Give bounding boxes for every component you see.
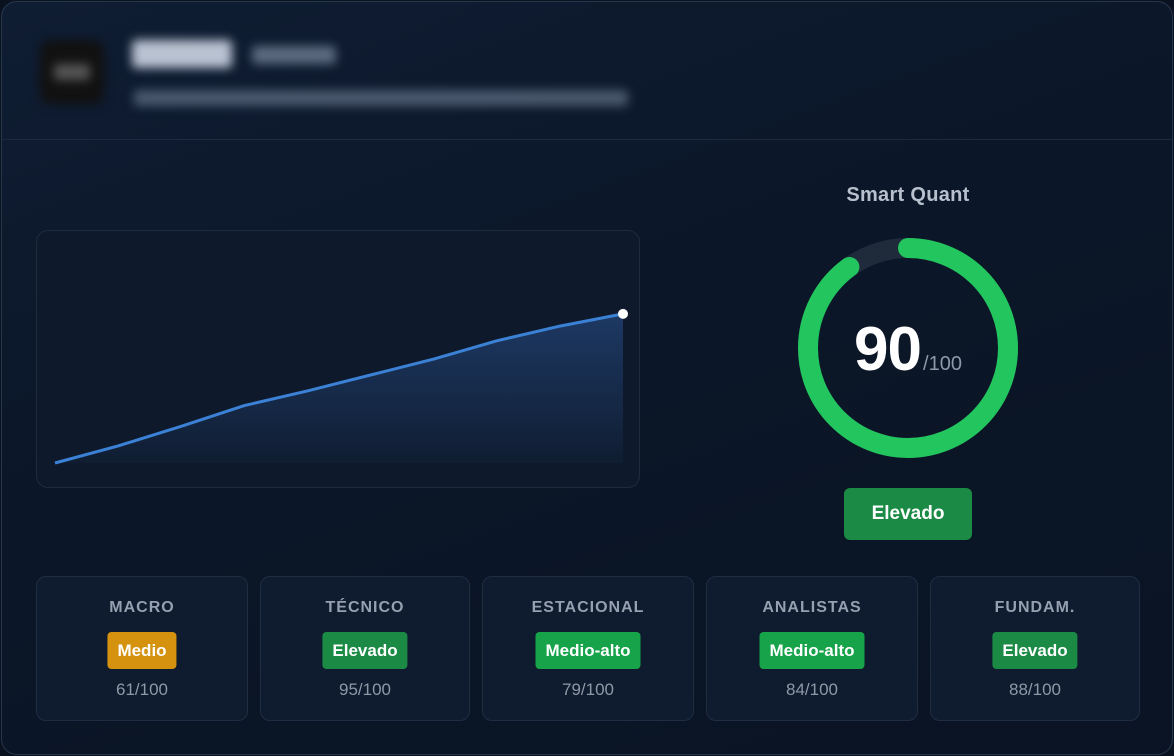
metric-badge: Medio-alto	[759, 632, 865, 669]
metric-label: MACRO	[109, 599, 175, 616]
metric-score: 79/100	[562, 680, 614, 699]
metric-score: 84/100	[786, 680, 838, 699]
metric-badge: Medio-alto	[535, 632, 641, 669]
metric-card-estacional: ESTACIONAL Medio-alto 79/100	[482, 576, 694, 721]
metric-label: ANALISTAS	[762, 599, 862, 616]
company-details-redacted	[134, 90, 628, 106]
metric-score: 88/100	[1009, 680, 1061, 699]
metric-label: TÉCNICO	[325, 599, 405, 616]
metric-card-fundamental: FUNDAM. Elevado 88/100	[930, 576, 1140, 721]
metric-badge: Elevado	[322, 632, 408, 669]
gauge-score-value: 90	[854, 315, 922, 384]
ticker-redacted	[252, 46, 336, 64]
smart-quant-title: Smart Quant	[846, 184, 970, 206]
metric-label: FUNDAM.	[994, 599, 1076, 616]
company-logo	[40, 40, 104, 104]
metric-card-analistas: ANALISTAS Medio-alto 84/100	[706, 576, 918, 721]
gauge-score: 90/100	[778, 314, 1038, 385]
price-chart-svg	[54, 308, 628, 465]
metric-card-tecnico: TÉCNICO Elevado 95/100	[260, 576, 470, 721]
metric-label: ESTACIONAL	[531, 599, 645, 616]
logo-mark	[54, 64, 90, 80]
smart-quant-card: Smart Quant 90/100 Elevado MACRO Medio 6…	[1, 1, 1173, 755]
status-badge-button[interactable]: Elevado	[844, 488, 972, 540]
chart-area-fill	[55, 313, 623, 463]
price-chart	[36, 230, 640, 488]
gauge-score-max: /100	[923, 353, 962, 375]
metric-badge: Elevado	[992, 632, 1078, 669]
chart-last-point	[618, 308, 628, 319]
metric-score: 61/100	[116, 680, 168, 699]
metric-card-macro: MACRO Medio 61/100	[36, 576, 248, 721]
metric-score: 95/100	[339, 680, 391, 699]
header	[2, 2, 1172, 140]
company-name-redacted	[132, 40, 232, 68]
metric-badge: Medio	[107, 632, 177, 669]
